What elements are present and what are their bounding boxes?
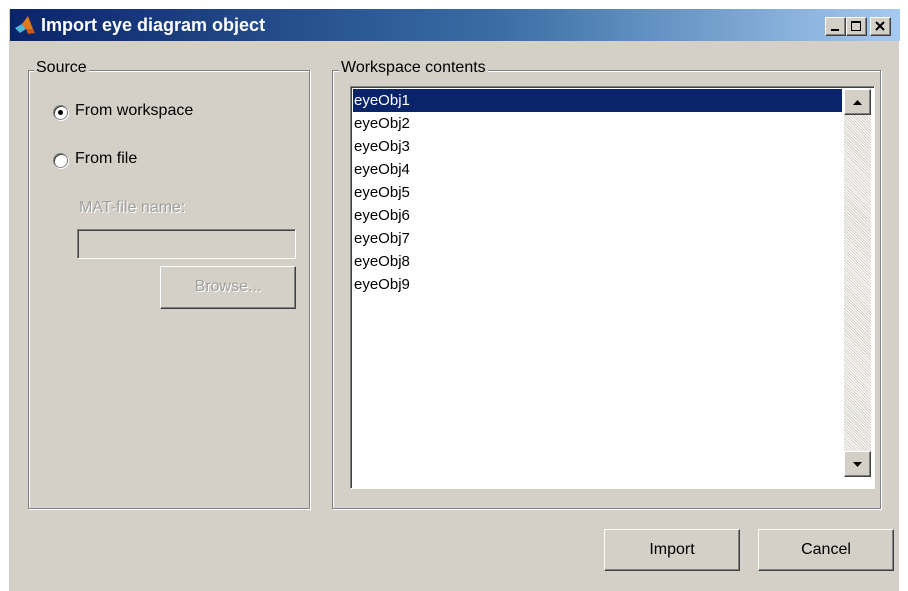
- source-legend: Source: [34, 59, 89, 77]
- list-item[interactable]: eyeObj6: [353, 204, 842, 227]
- vertical-scrollbar[interactable]: [844, 89, 871, 477]
- list-item[interactable]: eyeObj5: [353, 181, 842, 204]
- radio-selected-dot: [58, 110, 63, 115]
- scroll-down-button[interactable]: [844, 451, 871, 477]
- mat-file-name-input[interactable]: [77, 229, 296, 259]
- maximize-button[interactable]: [846, 17, 867, 36]
- close-button[interactable]: [870, 17, 891, 36]
- arrow-down-icon: [853, 462, 862, 467]
- from-file-radio[interactable]: [53, 153, 68, 168]
- arrow-up-icon: [853, 100, 862, 105]
- window-title: Import eye diagram object: [41, 15, 266, 35]
- minimize-icon: [831, 29, 839, 31]
- title-bar[interactable]: Import eye diagram object: [10, 9, 900, 41]
- workspace-listbox[interactable]: eyeObj1 eyeObj2 eyeObj3 eyeObj4 eyeObj5 …: [350, 86, 875, 489]
- maximize-icon: [851, 21, 861, 31]
- list-item[interactable]: eyeObj3: [353, 135, 842, 158]
- workspace-contents-legend: Workspace contents: [339, 59, 488, 77]
- list-item[interactable]: eyeObj4: [353, 158, 842, 181]
- list-item[interactable]: eyeObj1: [353, 89, 842, 112]
- list-item[interactable]: eyeObj2: [353, 112, 842, 135]
- matlab-logo-icon: [15, 16, 35, 34]
- list-item[interactable]: eyeObj8: [353, 250, 842, 273]
- minimize-button[interactable]: [825, 17, 846, 36]
- from-workspace-radio[interactable]: [53, 105, 68, 120]
- mat-file-name-label: MAT-file name:: [79, 199, 186, 216]
- scroll-up-button[interactable]: [844, 89, 871, 115]
- list-item[interactable]: eyeObj9: [353, 273, 842, 296]
- cancel-button[interactable]: Cancel: [758, 529, 894, 571]
- import-button[interactable]: Import: [604, 529, 740, 571]
- dialog-window: Import eye diagram object Source From wo…: [9, 9, 900, 591]
- from-file-label[interactable]: From file: [75, 150, 137, 168]
- list-item[interactable]: eyeObj7: [353, 227, 842, 250]
- close-icon: [875, 21, 885, 31]
- from-workspace-label[interactable]: From workspace: [75, 102, 193, 120]
- browse-button[interactable]: Browse...: [160, 266, 296, 309]
